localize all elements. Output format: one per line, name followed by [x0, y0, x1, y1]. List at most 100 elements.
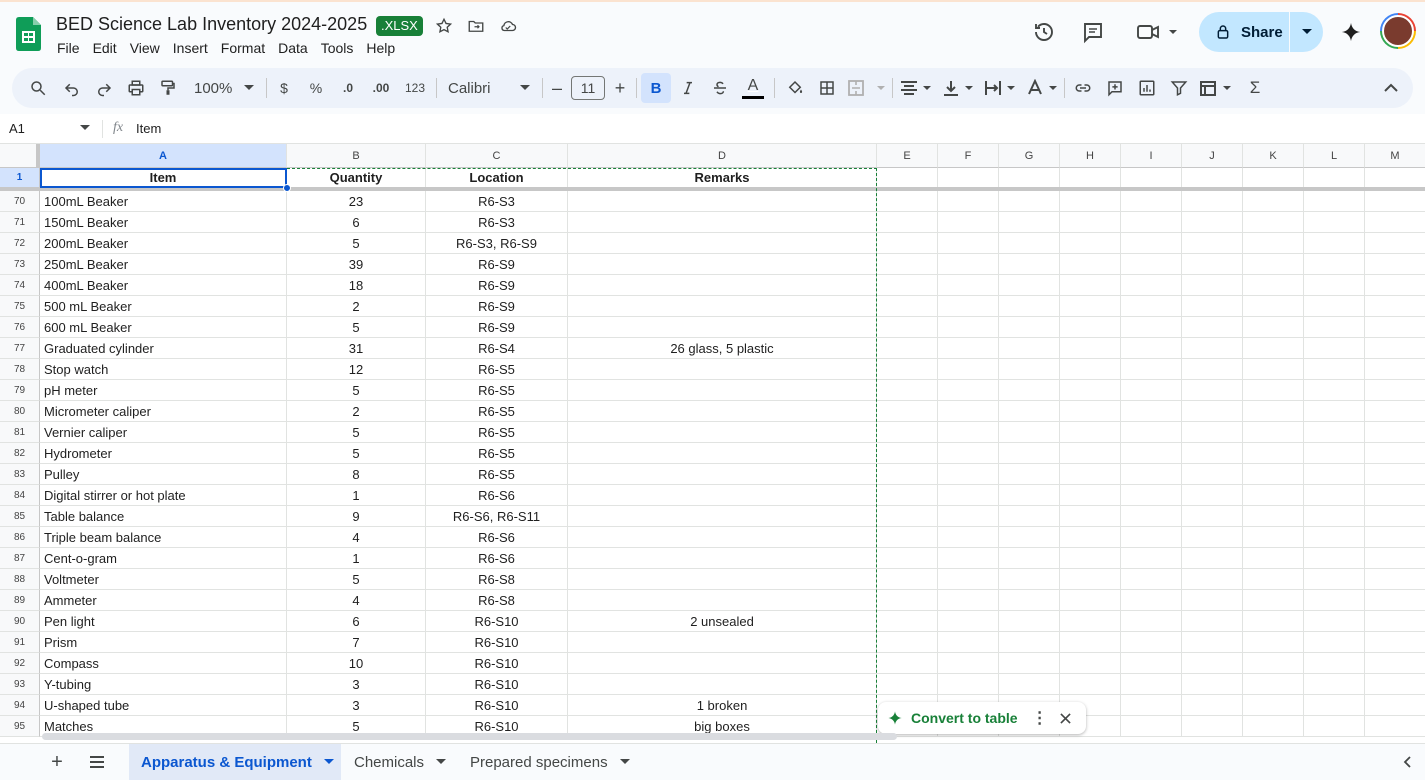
- cell[interactable]: [877, 653, 938, 674]
- cell[interactable]: [1060, 674, 1121, 695]
- cell[interactable]: [1304, 548, 1365, 569]
- row-header[interactable]: 78: [0, 359, 40, 380]
- row-header[interactable]: 74: [0, 275, 40, 296]
- cell[interactable]: [1365, 233, 1425, 254]
- cell[interactable]: [1060, 632, 1121, 653]
- cell[interactable]: [1243, 485, 1304, 506]
- cell[interactable]: [1182, 275, 1243, 296]
- cell[interactable]: [938, 674, 999, 695]
- sheet-tab-prepared-specimens[interactable]: Prepared specimens: [470, 744, 640, 780]
- cell[interactable]: [1182, 443, 1243, 464]
- cell[interactable]: [999, 191, 1060, 212]
- cell[interactable]: [1121, 359, 1182, 380]
- cell[interactable]: [1060, 296, 1121, 317]
- cell[interactable]: [938, 443, 999, 464]
- cell[interactable]: [1060, 317, 1121, 338]
- chevron-down-icon[interactable]: [323, 759, 334, 765]
- cell[interactable]: [1304, 296, 1365, 317]
- cell[interactable]: [1182, 380, 1243, 401]
- cell[interactable]: [999, 464, 1060, 485]
- star-icon[interactable]: [433, 15, 455, 37]
- version-history-icon[interactable]: [1030, 20, 1058, 44]
- cell[interactable]: [999, 443, 1060, 464]
- add-sheet-button[interactable]: +: [44, 744, 70, 780]
- row-header[interactable]: 80: [0, 401, 40, 422]
- cell[interactable]: [1304, 275, 1365, 296]
- cell[interactable]: [1365, 590, 1425, 611]
- cell[interactable]: [1182, 527, 1243, 548]
- cell[interactable]: [1243, 338, 1304, 359]
- fill-color-icon[interactable]: [782, 68, 808, 108]
- increase-decimal-button[interactable]: .00: [366, 68, 396, 108]
- cell[interactable]: [1121, 254, 1182, 275]
- cell[interactable]: [1243, 695, 1304, 716]
- cell[interactable]: [877, 506, 938, 527]
- cell[interactable]: [1121, 422, 1182, 443]
- cell[interactable]: [1243, 422, 1304, 443]
- cell[interactable]: [1182, 674, 1243, 695]
- cell[interactable]: [1121, 317, 1182, 338]
- menu-file[interactable]: File: [57, 40, 80, 56]
- increase-font-size-button[interactable]: +: [609, 68, 631, 108]
- cell[interactable]: [1365, 359, 1425, 380]
- cell[interactable]: [877, 464, 938, 485]
- cell[interactable]: [938, 191, 999, 212]
- cell[interactable]: [877, 401, 938, 422]
- cell[interactable]: [1121, 569, 1182, 590]
- cell[interactable]: [1243, 464, 1304, 485]
- cell[interactable]: [1243, 653, 1304, 674]
- cell[interactable]: [1182, 401, 1243, 422]
- cell[interactable]: [1121, 401, 1182, 422]
- sheets-logo-icon[interactable]: [16, 17, 41, 51]
- cell[interactable]: [938, 275, 999, 296]
- cell[interactable]: [1243, 632, 1304, 653]
- cell[interactable]: [1304, 338, 1365, 359]
- select-all-corner[interactable]: [0, 144, 40, 168]
- cell[interactable]: [1243, 674, 1304, 695]
- column-header-a[interactable]: A: [40, 144, 287, 168]
- cell[interactable]: [1182, 191, 1243, 212]
- cell[interactable]: [877, 548, 938, 569]
- cell[interactable]: [999, 506, 1060, 527]
- menu-tools[interactable]: Tools: [321, 40, 354, 56]
- column-header-m[interactable]: M: [1365, 144, 1425, 168]
- cell[interactable]: [1304, 359, 1365, 380]
- cell[interactable]: [1304, 674, 1365, 695]
- cell[interactable]: [1365, 632, 1425, 653]
- cell[interactable]: [1304, 254, 1365, 275]
- cell[interactable]: [1243, 380, 1304, 401]
- cell[interactable]: [1182, 485, 1243, 506]
- cell[interactable]: [1243, 233, 1304, 254]
- column-header-h[interactable]: H: [1060, 144, 1121, 168]
- row-header[interactable]: 83: [0, 464, 40, 485]
- row-header[interactable]: 86: [0, 527, 40, 548]
- cell[interactable]: [938, 401, 999, 422]
- cell[interactable]: [938, 632, 999, 653]
- column-header-k[interactable]: K: [1243, 144, 1304, 168]
- cell[interactable]: [1365, 191, 1425, 212]
- active-cell-selection[interactable]: [40, 168, 287, 188]
- cell[interactable]: [1060, 485, 1121, 506]
- cell[interactable]: [877, 359, 938, 380]
- cell[interactable]: [1182, 590, 1243, 611]
- table-cell[interactable]: 250mL Beaker: [40, 254, 287, 275]
- text-wrapping-icon[interactable]: [982, 68, 1018, 108]
- row-header[interactable]: 89: [0, 590, 40, 611]
- cell[interactable]: [999, 212, 1060, 233]
- cell[interactable]: [877, 296, 938, 317]
- table-cell[interactable]: Pulley: [40, 464, 287, 485]
- bold-button[interactable]: B: [641, 73, 671, 103]
- cell[interactable]: [1243, 569, 1304, 590]
- cell[interactable]: [1182, 569, 1243, 590]
- cell[interactable]: [1060, 590, 1121, 611]
- cell[interactable]: [999, 317, 1060, 338]
- cell[interactable]: [1304, 380, 1365, 401]
- table-cell[interactable]: Pen light: [40, 611, 287, 632]
- cell[interactable]: [1365, 212, 1425, 233]
- cell[interactable]: [1121, 548, 1182, 569]
- column-header-j[interactable]: J: [1182, 144, 1243, 168]
- row-header[interactable]: 92: [0, 653, 40, 674]
- cell[interactable]: [1121, 485, 1182, 506]
- cell[interactable]: [1243, 212, 1304, 233]
- italic-icon[interactable]: [674, 68, 702, 108]
